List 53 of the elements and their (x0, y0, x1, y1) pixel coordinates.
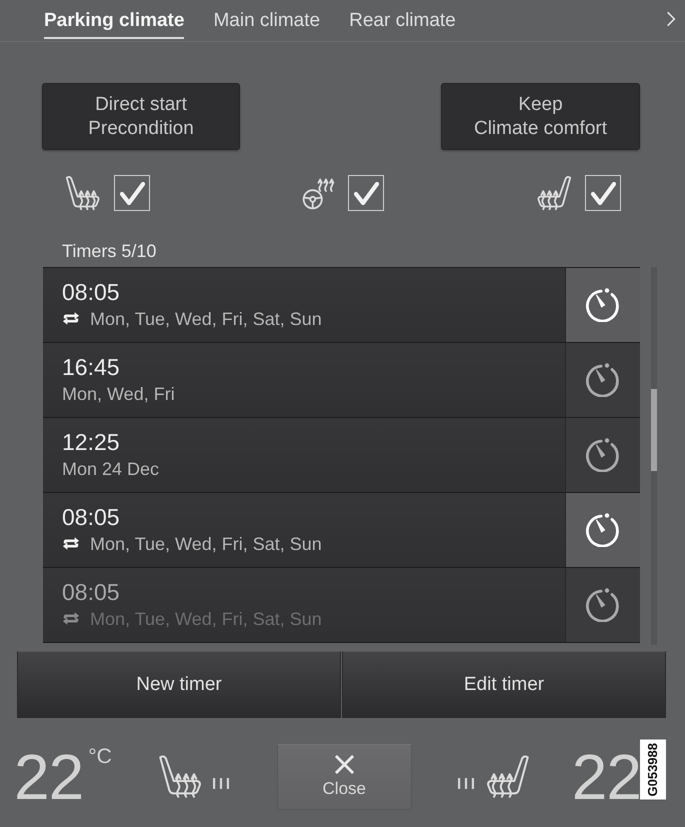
figure-code-label: G053988 (640, 740, 666, 800)
scrollbar[interactable] (651, 267, 657, 645)
timers-title: Timers 5/10 (62, 240, 156, 262)
timer-toggle[interactable] (565, 343, 640, 417)
timer-row[interactable]: 12:25 Mon 24 Dec (43, 418, 640, 493)
seat-heat-icon (65, 175, 101, 211)
timer-time: 08:05 (62, 579, 120, 606)
timer-days: Mon, Tue, Wed, Fri, Sat, Sun (90, 532, 322, 554)
tick-icon (590, 182, 616, 204)
timer-toggle[interactable] (565, 493, 640, 567)
seat-heat-icon[interactable] (484, 754, 530, 799)
timer-icon (586, 288, 620, 322)
timer-days: Mon 24 Dec (62, 458, 160, 480)
seat-heat-icon (536, 175, 572, 211)
timer-toggle[interactable] (565, 268, 640, 342)
timer-row[interactable]: 08:05 Mon, Tue, Wed, Fri, Sat, Sun (43, 568, 640, 643)
tab[interactable]: Rear climate (349, 0, 456, 39)
checkbox[interactable] (114, 175, 150, 211)
checkbox[interactable] (585, 175, 621, 211)
timer-row[interactable]: 08:05 Mon, Tue, Wed, Fri, Sat, Sun (43, 268, 640, 343)
chevron-right-icon[interactable] (666, 11, 676, 27)
timer-time: 08:05 (62, 504, 120, 531)
timer-toggle[interactable] (565, 568, 640, 642)
temperature-value[interactable]: 22 (572, 744, 641, 808)
temperature-value[interactable]: 22 (14, 744, 84, 808)
mode-button[interactable]: Direct start Precondition (42, 83, 240, 150)
steering-wheel-heat-icon (302, 176, 335, 210)
timer-toggle[interactable] (565, 418, 640, 492)
action-button[interactable]: Edit timer (342, 651, 666, 718)
action-button[interactable]: New timer (17, 651, 341, 718)
timer-days: Mon, Tue, Wed, Fri, Sat, Sun (90, 308, 322, 330)
close-icon (334, 754, 354, 774)
temperature-unit: °C (88, 746, 112, 768)
timer-icon (586, 513, 620, 547)
close-button[interactable]: Close (276, 744, 412, 810)
timer-days: Mon, Tue, Wed, Fri, Sat, Sun (90, 608, 322, 630)
timer-icon (586, 438, 620, 472)
tick-icon (354, 182, 378, 204)
tab[interactable]: Parking climate (44, 0, 184, 39)
timer-icon (586, 588, 620, 622)
timer-time: 16:45 (62, 354, 120, 381)
tab[interactable]: Main climate (213, 0, 320, 39)
checkbox[interactable] (348, 175, 384, 211)
timer-days: Mon, Wed, Fri (62, 382, 175, 404)
timer-row[interactable]: 16:45 Mon, Wed, Fri (43, 343, 640, 418)
mode-button[interactable]: Keep Climate comfort (441, 83, 640, 150)
timer-icon (586, 363, 620, 397)
tick-icon (120, 182, 144, 204)
seat-heat-icon[interactable] (158, 754, 203, 799)
timer-time: 12:25 (62, 429, 120, 456)
timer-row[interactable]: 08:05 Mon, Tue, Wed, Fri, Sat, Sun (43, 493, 640, 568)
scrollbar-thumb[interactable] (651, 389, 657, 471)
timer-time: 08:05 (62, 279, 120, 306)
